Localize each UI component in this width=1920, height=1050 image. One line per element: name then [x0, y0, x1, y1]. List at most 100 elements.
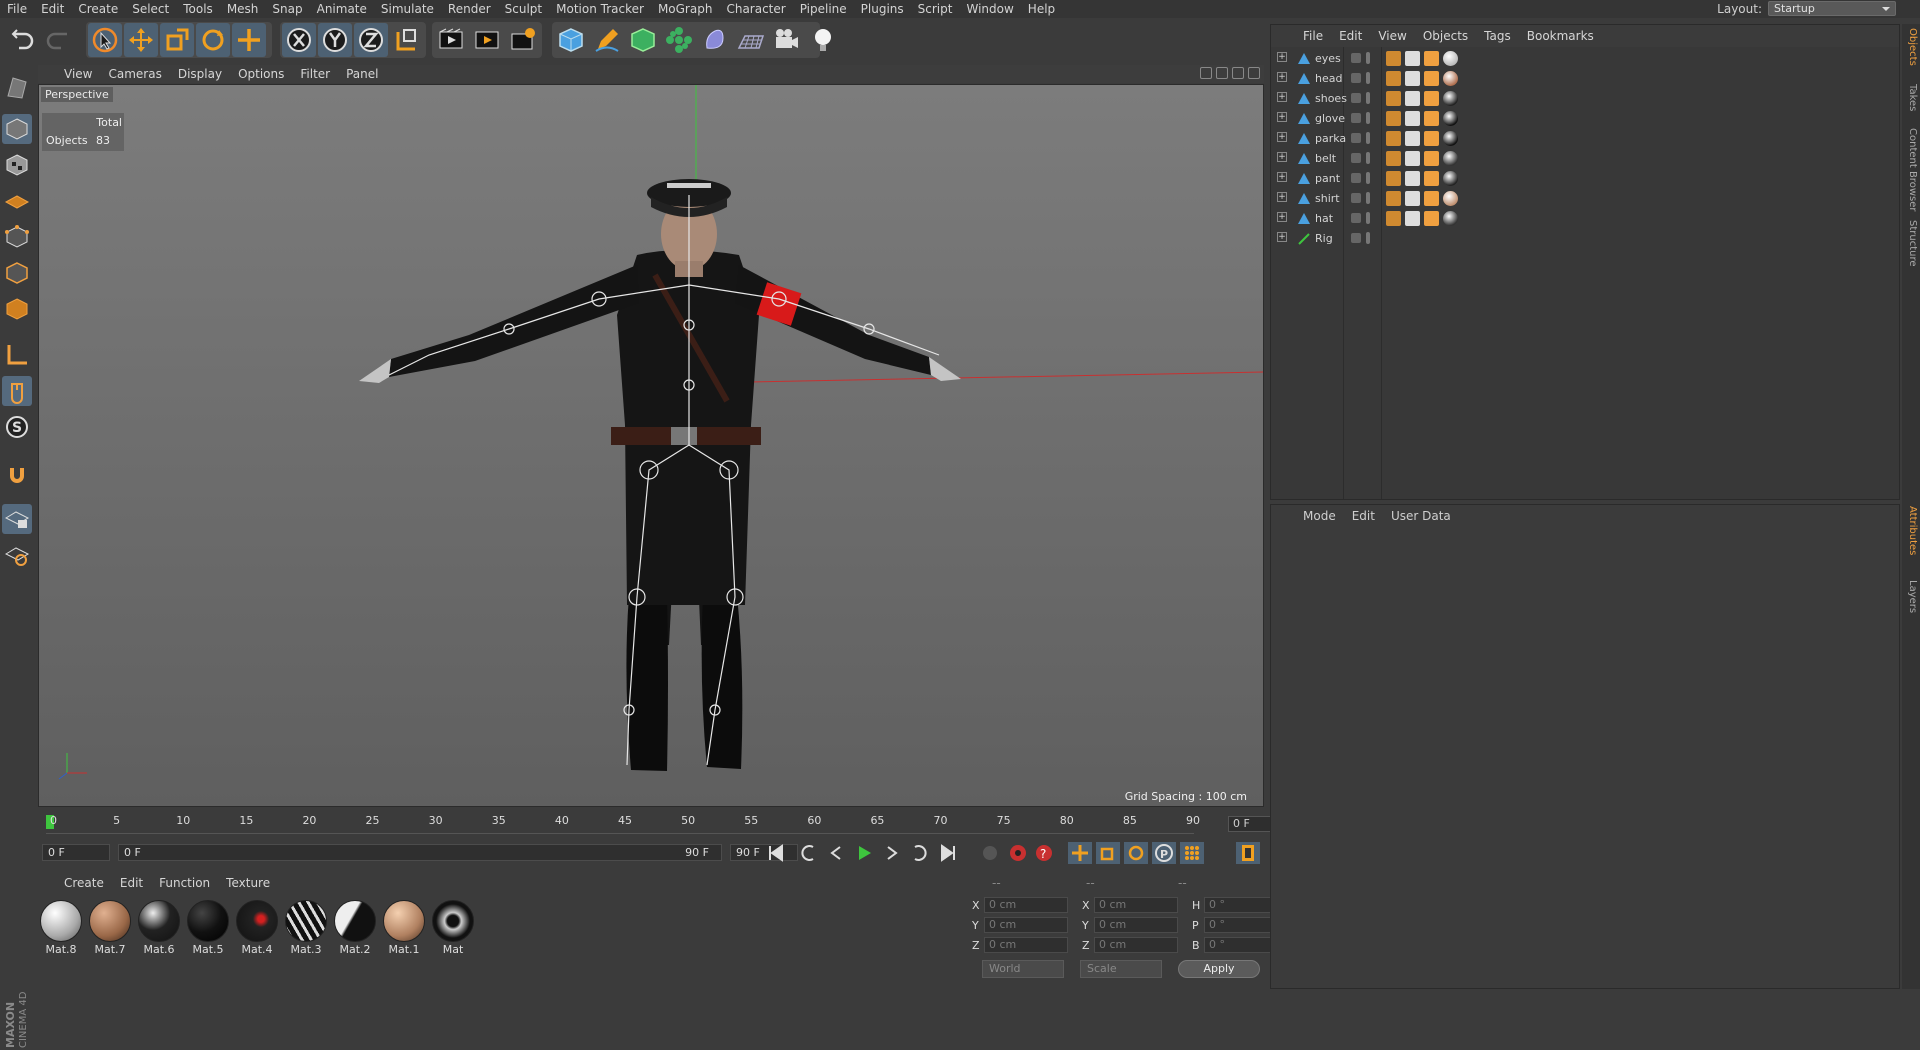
- menu-animate[interactable]: Animate: [310, 2, 374, 16]
- render-visibility-icon[interactable]: [1366, 72, 1370, 84]
- menu-sculpt[interactable]: Sculpt: [498, 2, 549, 16]
- move-icon[interactable]: [124, 23, 158, 57]
- attr-menu-edit[interactable]: Edit: [1344, 509, 1383, 523]
- material-menu-texture[interactable]: Texture: [218, 876, 278, 890]
- expand-toggle-icon[interactable]: +: [1277, 232, 1287, 242]
- undo-icon[interactable]: [6, 23, 40, 57]
- material-tag-icon[interactable]: [1443, 171, 1458, 186]
- timeline-ruler[interactable]: 0 5 10 15 20 25 30 35 40 45 50 55 60 65 70 75 80 85 90: [46, 812, 1200, 834]
- viewport-menu-options[interactable]: Options: [230, 67, 292, 81]
- key-point-level-icon[interactable]: [1180, 842, 1204, 864]
- render-picture-viewer-icon[interactable]: [470, 23, 504, 57]
- menu-mesh[interactable]: Mesh: [220, 2, 266, 16]
- object-row-glove[interactable]: + glove: [1271, 109, 1899, 129]
- size-y-field[interactable]: 0 cm: [1094, 917, 1178, 933]
- cube-icon[interactable]: [554, 23, 588, 57]
- tag-icon[interactable]: [1405, 51, 1420, 66]
- expand-toggle-icon[interactable]: +: [1277, 52, 1287, 62]
- tag-icon[interactable]: [1386, 151, 1401, 166]
- editor-visibility-icon[interactable]: [1351, 193, 1361, 203]
- pen-icon[interactable]: [590, 23, 624, 57]
- position-z-field[interactable]: 0 cm: [984, 937, 1068, 953]
- object-name[interactable]: pant: [1315, 172, 1340, 185]
- material-swatch[interactable]: Mat.7: [87, 898, 133, 960]
- object-row-shirt[interactable]: + shirt: [1271, 189, 1899, 209]
- go-to-start-icon[interactable]: [764, 842, 788, 864]
- expand-toggle-icon[interactable]: +: [1277, 212, 1287, 222]
- key-position-icon[interactable]: [1068, 842, 1092, 864]
- tag-icon[interactable]: [1424, 111, 1439, 126]
- preview-range-slider[interactable]: 0 F 90 F: [118, 844, 722, 861]
- key-parameter-icon[interactable]: P: [1152, 842, 1176, 864]
- timeline-window-icon[interactable]: [1236, 842, 1260, 864]
- 3d-viewport[interactable]: Perspective Total Objects 83 Grid Spacin…: [38, 84, 1264, 807]
- render-visibility-icon[interactable]: [1366, 112, 1370, 124]
- apply-button[interactable]: Apply: [1178, 960, 1260, 978]
- tweak-mode-icon[interactable]: [2, 376, 32, 406]
- render-visibility-icon[interactable]: [1366, 212, 1370, 224]
- menu-create[interactable]: Create: [71, 2, 125, 16]
- editor-visibility-icon[interactable]: [1351, 93, 1361, 103]
- expand-toggle-icon[interactable]: +: [1277, 172, 1287, 182]
- object-name[interactable]: hat: [1315, 212, 1333, 225]
- editor-visibility-icon[interactable]: [1351, 133, 1361, 143]
- expand-toggle-icon[interactable]: +: [1277, 132, 1287, 142]
- material-menu-edit[interactable]: Edit: [112, 876, 151, 890]
- object-row-shoes[interactable]: + shoes: [1271, 89, 1899, 109]
- material-menu-function[interactable]: Function: [151, 876, 218, 890]
- deformer-icon[interactable]: [698, 23, 732, 57]
- material-swatch[interactable]: Mat.8: [38, 898, 84, 960]
- menu-character[interactable]: Character: [719, 2, 792, 16]
- tag-icon[interactable]: [1405, 151, 1420, 166]
- attr-menu-mode[interactable]: Mode: [1295, 509, 1344, 523]
- menu-motion-tracker[interactable]: Motion Tracker: [549, 2, 651, 16]
- material-swatch[interactable]: Mat.4: [234, 898, 280, 960]
- editor-visibility-icon[interactable]: [1351, 173, 1361, 183]
- view-label[interactable]: Perspective: [41, 87, 113, 102]
- tab-objects[interactable]: Objects: [1904, 28, 1918, 66]
- attr-menu-user-data[interactable]: User Data: [1383, 509, 1459, 523]
- play-icon[interactable]: [852, 842, 876, 864]
- next-key-icon[interactable]: [908, 842, 932, 864]
- tag-icon[interactable]: [1386, 131, 1401, 146]
- expand-toggle-icon[interactable]: +: [1277, 192, 1287, 202]
- render-visibility-icon[interactable]: [1366, 92, 1370, 104]
- size-x-field[interactable]: 0 cm: [1094, 897, 1178, 913]
- viewport-menu-panel[interactable]: Panel: [338, 67, 386, 81]
- material-tag-icon[interactable]: [1443, 131, 1458, 146]
- planar-workplane-icon[interactable]: [2, 540, 32, 570]
- next-frame-icon[interactable]: [880, 842, 904, 864]
- editor-visibility-icon[interactable]: [1351, 153, 1361, 163]
- tag-icon[interactable]: [1405, 111, 1420, 126]
- points-mode-icon[interactable]: [2, 222, 32, 252]
- tag-icon[interactable]: [1405, 71, 1420, 86]
- axis-mode-icon[interactable]: [2, 340, 32, 370]
- tag-icon[interactable]: [1386, 111, 1401, 126]
- object-row-hat[interactable]: + hat: [1271, 209, 1899, 229]
- tag-icon[interactable]: [1424, 191, 1439, 206]
- editor-visibility-icon[interactable]: [1351, 233, 1361, 243]
- render-visibility-icon[interactable]: [1366, 152, 1370, 164]
- polygons-mode-icon[interactable]: [2, 294, 32, 324]
- editor-visibility-icon[interactable]: [1351, 53, 1361, 63]
- menu-plugins[interactable]: Plugins: [854, 2, 911, 16]
- expand-toggle-icon[interactable]: +: [1277, 112, 1287, 122]
- position-y-field[interactable]: 0 cm: [984, 917, 1068, 933]
- tab-content-browser[interactable]: Content Browser: [1904, 128, 1918, 211]
- render-visibility-icon[interactable]: [1366, 132, 1370, 144]
- viewport-menu-cameras[interactable]: Cameras: [100, 67, 169, 81]
- tag-icon[interactable]: [1424, 51, 1439, 66]
- material-swatch[interactable]: Mat.1: [381, 898, 427, 960]
- material-swatch[interactable]: Mat.6: [136, 898, 182, 960]
- rotate-view-icon[interactable]: [1232, 67, 1244, 79]
- render-visibility-icon[interactable]: [1366, 192, 1370, 204]
- viewport-menu-filter[interactable]: Filter: [292, 67, 338, 81]
- material-tag-icon[interactable]: [1443, 71, 1458, 86]
- tag-icon[interactable]: [1424, 171, 1439, 186]
- key-rotation-icon[interactable]: [1124, 842, 1148, 864]
- menu-pipeline[interactable]: Pipeline: [793, 2, 854, 16]
- expand-toggle-icon[interactable]: +: [1277, 72, 1287, 82]
- character-model[interactable]: [359, 179, 961, 771]
- camera-icon[interactable]: [770, 23, 804, 57]
- material-tag-icon[interactable]: [1443, 151, 1458, 166]
